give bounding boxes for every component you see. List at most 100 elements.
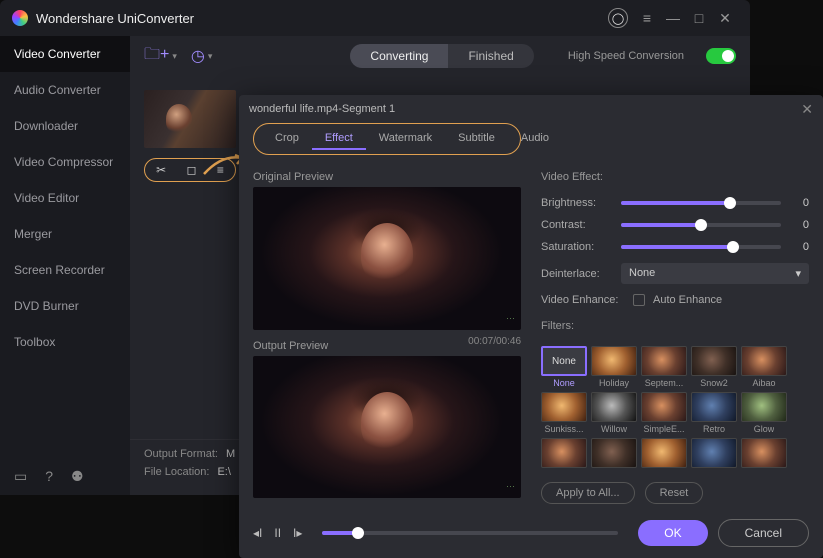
- filter-label: Willow: [601, 424, 627, 434]
- thumb-edit-tools: ✂ ◻ ≡: [144, 158, 236, 182]
- reset-button[interactable]: Reset: [645, 482, 704, 504]
- tutorial-icon[interactable]: ▭: [14, 468, 27, 485]
- sidebar-item-dvd-burner[interactable]: DVD Burner: [0, 288, 130, 324]
- app-title: Wondershare UniConverter: [36, 11, 194, 26]
- filter-grid: NoneNone Holiday Septem... Snow2 Aibao Sunkis…: [541, 346, 809, 468]
- filter-label: Holiday: [599, 378, 629, 388]
- saturation-label: Saturation:: [541, 241, 611, 253]
- filter-label: Snow2: [700, 378, 728, 388]
- sidebar-item-merger[interactable]: Merger: [0, 216, 130, 252]
- sidebar-item-video-editor[interactable]: Video Editor: [0, 180, 130, 216]
- sidebar-item-toolbox[interactable]: Toolbox: [0, 324, 130, 360]
- status-tabs: Converting Finished: [350, 44, 533, 68]
- scrub-slider[interactable]: [322, 531, 618, 535]
- tab-finished[interactable]: Finished: [448, 44, 533, 68]
- filter-glow[interactable]: Glow: [741, 392, 787, 434]
- video-enhance-label: Video Enhance:: [541, 294, 625, 306]
- auto-enhance-checkbox[interactable]: [633, 294, 645, 306]
- file-location-label: File Location:: [144, 466, 209, 478]
- sidebar-item-video-compressor[interactable]: Video Compressor: [0, 144, 130, 180]
- tab-audio[interactable]: Audio: [508, 128, 562, 150]
- brightness-label: Brightness:: [541, 197, 611, 209]
- filter-label: Retro: [703, 424, 725, 434]
- cancel-button[interactable]: Cancel: [718, 519, 809, 547]
- video-effect-section-label: Video Effect:: [541, 171, 809, 183]
- effect-panel: wonderful life.mp4-Segment 1 ✕ Crop Effe…: [239, 95, 823, 558]
- add-files-button[interactable]: 🗀+▾: [144, 43, 177, 70]
- filter-label: SimpleE...: [643, 424, 684, 434]
- filter-label: Sunkiss...: [544, 424, 583, 434]
- contrast-slider[interactable]: [621, 223, 781, 227]
- ok-button[interactable]: OK: [638, 520, 707, 546]
- minimize-button[interactable]: —: [660, 5, 686, 31]
- chevron-down-icon: ▾: [208, 51, 213, 62]
- tab-effect[interactable]: Effect: [312, 128, 366, 150]
- effect-tabs: Crop Effect Watermark Subtitle Audio: [253, 123, 521, 155]
- watermark-icon: ⋯: [506, 481, 515, 492]
- file-thumbnail[interactable]: [144, 90, 236, 148]
- filter-unnamed[interactable]: [641, 438, 687, 468]
- filter-unnamed[interactable]: [591, 438, 637, 468]
- output-format-value[interactable]: M: [226, 448, 235, 460]
- deinterlace-label: Deinterlace:: [541, 268, 611, 280]
- filter-sunkiss-[interactable]: Sunkiss...: [541, 392, 587, 434]
- output-preview-label: Output Preview: [253, 340, 328, 352]
- sidebar-item-downloader[interactable]: Downloader: [0, 108, 130, 144]
- apply-to-all-button[interactable]: Apply to All...: [541, 482, 635, 504]
- app-logo-icon: [12, 10, 28, 26]
- filter-unnamed[interactable]: [541, 438, 587, 468]
- add-file-icon: 🗀+: [144, 43, 169, 70]
- high-speed-toggle[interactable]: [706, 48, 736, 64]
- filter-retro[interactable]: Retro: [691, 392, 737, 434]
- crop-icon[interactable]: ◻: [187, 163, 197, 177]
- play-pause-button[interactable]: II: [274, 526, 281, 540]
- deinterlace-select[interactable]: None▾: [621, 263, 809, 284]
- filter-snow2[interactable]: Snow2: [691, 346, 737, 388]
- tab-crop[interactable]: Crop: [262, 128, 312, 150]
- filter-label: None: [553, 378, 575, 388]
- filter-willow[interactable]: Willow: [591, 392, 637, 434]
- filter-septem-[interactable]: Septem...: [641, 346, 687, 388]
- auto-enhance-label: Auto Enhance: [653, 294, 722, 306]
- toolbar: 🗀+▾ ◷▾ Converting Finished High Speed Co…: [130, 36, 750, 76]
- community-icon[interactable]: ⚉: [71, 468, 84, 485]
- contrast-label: Contrast:: [541, 219, 611, 231]
- filter-holiday[interactable]: Holiday: [591, 346, 637, 388]
- sidebar: Video Converter Audio Converter Download…: [0, 36, 130, 495]
- close-button[interactable]: ✕: [712, 5, 738, 31]
- prev-frame-button[interactable]: ◂I: [253, 526, 262, 540]
- sidebar-item-video-converter[interactable]: Video Converter: [0, 36, 130, 72]
- saturation-slider[interactable]: [621, 245, 781, 249]
- brightness-slider[interactable]: [621, 201, 781, 205]
- sidebar-item-audio-converter[interactable]: Audio Converter: [0, 72, 130, 108]
- tab-converting[interactable]: Converting: [350, 44, 448, 68]
- account-icon[interactable]: ◯: [608, 8, 628, 28]
- trim-icon[interactable]: ✂: [156, 163, 166, 177]
- filter-unnamed[interactable]: [741, 438, 787, 468]
- next-frame-button[interactable]: I▸: [293, 526, 302, 540]
- add-from-device-button[interactable]: ◷▾: [191, 46, 213, 66]
- preview-time: 00:07/00:46: [468, 336, 521, 356]
- panel-close-button[interactable]: ✕: [801, 101, 813, 118]
- output-preview: ⋯: [253, 356, 521, 499]
- maximize-button[interactable]: □: [686, 5, 712, 31]
- filters-label: Filters:: [541, 320, 809, 332]
- menu-icon[interactable]: ≡: [634, 5, 660, 31]
- filter-unnamed[interactable]: [691, 438, 737, 468]
- output-format-label: Output Format:: [144, 448, 218, 460]
- watermark-icon: ⋯: [506, 313, 515, 324]
- filter-simplee-[interactable]: SimpleE...: [641, 392, 687, 434]
- filter-aibao[interactable]: Aibao: [741, 346, 787, 388]
- tab-watermark[interactable]: Watermark: [366, 128, 445, 150]
- sidebar-item-screen-recorder[interactable]: Screen Recorder: [0, 252, 130, 288]
- file-location-value[interactable]: E:\: [217, 466, 230, 478]
- tab-subtitle[interactable]: Subtitle: [445, 128, 508, 150]
- filter-label: Septem...: [645, 378, 684, 388]
- segment-title: wonderful life.mp4-Segment 1: [249, 103, 395, 115]
- effects-menu-icon[interactable]: ≡: [217, 163, 224, 177]
- filter-none[interactable]: NoneNone: [541, 346, 587, 388]
- brightness-value: 0: [791, 197, 809, 209]
- help-icon[interactable]: ?: [45, 468, 53, 485]
- original-preview: ⋯: [253, 187, 521, 330]
- saturation-value: 0: [791, 241, 809, 253]
